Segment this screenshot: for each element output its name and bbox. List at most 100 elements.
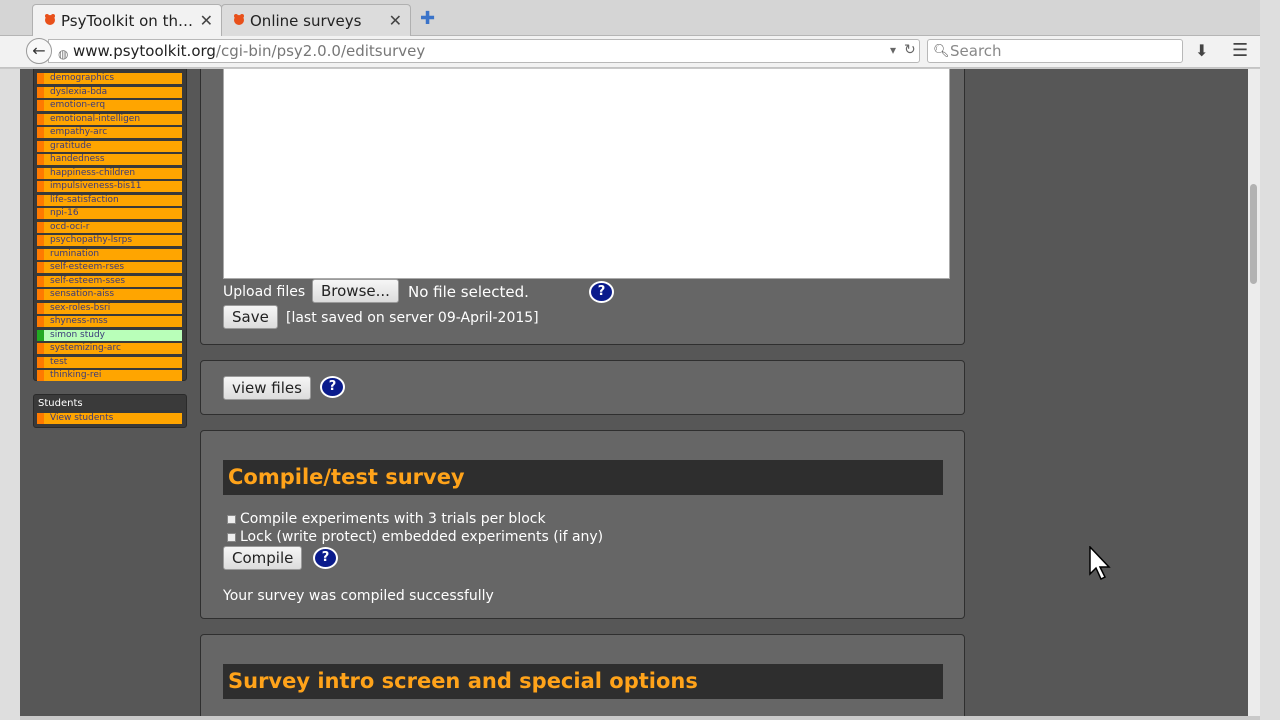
help-view-files-icon[interactable]: ? [320, 376, 345, 398]
scrollbar-thumb[interactable] [1250, 184, 1257, 284]
survey-link[interactable]: npi-16 [37, 208, 182, 220]
survey-link[interactable]: self-esteem-rses [37, 262, 182, 274]
survey-list-item: emotion-erq [37, 99, 182, 113]
compile-section-title: Compile/test survey [223, 460, 943, 495]
survey-list: demographics dyslexia-bda emotion-erq emoti… [37, 72, 182, 383]
help-upload-icon[interactable]: ? [589, 281, 614, 303]
survey-link[interactable]: self-esteem-sses [37, 275, 182, 287]
last-saved-text: [last saved on server 09-April-2015] [286, 310, 539, 326]
help-compile-icon[interactable]: ? [313, 547, 338, 569]
hamburger-menu-icon[interactable]: ☰ [1232, 40, 1248, 61]
survey-sidebar: demographics dyslexia-bda emotion-erq emoti… [33, 69, 187, 383]
survey-list-item: demographics [37, 72, 182, 86]
survey-list-item: gratitude [37, 140, 182, 154]
survey-list-item: sensation-aiss [37, 288, 182, 302]
psytoolkit-favicon-icon [234, 14, 244, 25]
survey-link[interactable]: test [37, 356, 182, 368]
survey-link[interactable]: sex-roles-bsri [37, 302, 182, 314]
chevron-down-icon[interactable]: ▾ [890, 43, 896, 57]
survey-list-item: shyness-mss [37, 315, 182, 329]
survey-list-item: simon study [37, 329, 182, 343]
survey-link[interactable]: systemizing-arc [37, 343, 182, 355]
url-path: /cgi-bin/psy2.0.0/editsurvey [215, 42, 426, 60]
tab-strip: PsyToolkit on th… ✕ Online surveys ✕ ✚ [0, 0, 1280, 36]
survey-list-item: dyslexia-bda [37, 86, 182, 100]
survey-list-item: handedness [37, 153, 182, 167]
compile-3-trials-checkbox[interactable] [227, 514, 236, 524]
save-button[interactable]: Save [223, 305, 278, 329]
compile-3-trials-label: Compile experiments with 3 trials per bl… [240, 511, 546, 527]
survey-link[interactable]: life-satisfaction [37, 194, 182, 206]
lock-experiments-label: Lock (write protect) embedded experiment… [240, 529, 604, 545]
tab-online-surveys[interactable]: Online surveys ✕ [221, 4, 411, 36]
survey-link[interactable]: shyness-mss [37, 316, 182, 328]
students-title: Students [38, 398, 83, 409]
survey-list-item: thinking-rei [37, 369, 182, 383]
url-bar[interactable]: www.psytoolkit.org/cgi-bin/psy2.0.0/edit… [48, 39, 920, 63]
survey-list-item: self-esteem-sses [37, 275, 182, 289]
survey-link[interactable]: dyslexia-bda [37, 86, 182, 98]
no-file-selected-text: No file selected. [408, 283, 529, 301]
url-host: www.psytoolkit.org [73, 42, 216, 60]
survey-link[interactable]: thinking-rei [37, 370, 182, 382]
survey-list-item: npi-16 [37, 207, 182, 221]
survey-list-item: ocd-oci-r [37, 221, 182, 235]
survey-link[interactable]: happiness-children [37, 167, 182, 179]
survey-link[interactable]: gratitude [37, 140, 182, 152]
view-files-button[interactable]: view files [223, 376, 311, 400]
survey-link[interactable]: simon study [37, 329, 182, 341]
compile-button[interactable]: Compile [223, 546, 303, 570]
survey-list-item: emotional-intelligen [37, 113, 182, 127]
search-input[interactable]: Search [927, 39, 1183, 63]
page-viewport: demographics dyslexia-bda emotion-erq emoti… [20, 69, 1248, 716]
students-box: Students View students [33, 394, 187, 428]
survey-link[interactable]: impulsiveness-bis11 [37, 181, 182, 193]
survey-link[interactable]: emotional-intelligen [37, 113, 182, 125]
globe-icon: ◍ [58, 47, 69, 61]
survey-link[interactable]: empathy-arc [37, 127, 182, 139]
survey-link[interactable]: sensation-aiss [37, 289, 182, 301]
survey-link[interactable]: handedness [37, 154, 182, 166]
survey-list-item: life-satisfaction [37, 194, 182, 208]
survey-list-item: happiness-children [37, 167, 182, 181]
back-button[interactable]: ← [26, 38, 52, 64]
tab-title: PsyToolkit on th… [61, 11, 193, 30]
survey-list-item: psychopathy-lsrps [37, 234, 182, 248]
tab-title: Online surveys [250, 11, 362, 30]
compile-3-trials-option[interactable]: Compile experiments with 3 trials per bl… [227, 511, 546, 527]
lock-experiments-option[interactable]: Lock (write protect) embedded experiment… [227, 529, 603, 545]
survey-list-item: rumination [37, 248, 182, 262]
close-tab-icon[interactable]: ✕ [389, 11, 402, 30]
page-scrollbar[interactable] [1248, 69, 1260, 716]
right-window-edge [1260, 0, 1280, 720]
mouse-pointer-icon [1089, 546, 1111, 581]
browse-button[interactable]: Browse... [312, 279, 399, 303]
view-students-link[interactable]: View students [37, 413, 182, 424]
tab-psytoolkit[interactable]: PsyToolkit on th… ✕ [32, 4, 222, 36]
left-window-edge [0, 69, 20, 720]
search-icon: 🔍︎ [933, 44, 950, 59]
survey-link[interactable]: psychopathy-lsrps [37, 235, 182, 247]
editor-panel: Upload files Browse... No file selected.… [200, 69, 965, 345]
survey-list-item: self-esteem-rses [37, 261, 182, 275]
files-panel: view files ? [200, 360, 965, 415]
survey-list-item: empathy-arc [37, 126, 182, 140]
close-tab-icon[interactable]: ✕ [200, 11, 213, 30]
survey-list-item: impulsiveness-bis11 [37, 180, 182, 194]
lock-experiments-checkbox[interactable] [227, 532, 236, 542]
survey-link[interactable]: emotion-erq [37, 100, 182, 112]
psytoolkit-favicon-icon [45, 14, 55, 25]
survey-list-item: test [37, 356, 182, 370]
survey-link[interactable]: demographics [37, 73, 182, 85]
survey-list-item: sex-roles-bsri [37, 302, 182, 316]
new-tab-plus-icon[interactable]: ✚ [420, 8, 435, 29]
upload-files-label: Upload files [223, 284, 306, 300]
reload-icon[interactable]: ↻ [904, 42, 916, 58]
compile-status-text: Your survey was compiled successfully [223, 588, 494, 604]
survey-link[interactable]: ocd-oci-r [37, 221, 182, 233]
compile-panel: Compile/test survey Compile experiments … [200, 430, 965, 619]
survey-editor-textarea[interactable] [223, 69, 950, 279]
survey-link[interactable]: rumination [37, 248, 182, 260]
survey-list-item: systemizing-arc [37, 342, 182, 356]
download-icon[interactable]: ⬇ [1195, 41, 1208, 60]
